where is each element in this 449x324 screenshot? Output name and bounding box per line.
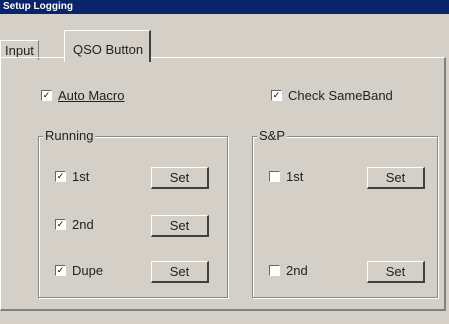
sp-2nd-set-button[interactable]: Set (367, 261, 425, 283)
check-sameband-label: Check SameBand (288, 88, 393, 103)
sp-group-title: S&P (257, 128, 288, 144)
running-dupe-label: Dupe (72, 263, 104, 278)
sp-1st-checkbox[interactable]: 1st (269, 169, 303, 184)
running-2nd-label: 2nd (72, 217, 94, 232)
auto-macro-checkbox[interactable]: ✓ Auto Macro (41, 88, 124, 103)
running-group-title: Running (43, 128, 96, 144)
auto-macro-label: Auto Macro (58, 88, 125, 103)
running-1st-check-icon[interactable]: ✓ (55, 171, 66, 183)
running-1st-checkbox[interactable]: ✓ 1st (55, 169, 89, 184)
sp-2nd-checkbox[interactable]: 2nd (269, 263, 308, 278)
running-dupe-check-icon[interactable]: ✓ (55, 265, 66, 277)
running-1st-label: 1st (72, 169, 90, 184)
running-dupe-checkbox[interactable]: ✓ Dupe (55, 263, 103, 278)
sp-1st-set-button[interactable]: Set (367, 167, 425, 189)
qso-button-panel: ✓ Auto Macro ✓ Check SameBand Running ✓ 1st… (0, 57, 446, 311)
running-dupe-set-button[interactable]: Set (151, 261, 209, 283)
running-2nd-check-icon[interactable]: ✓ (55, 219, 66, 231)
tab-strip: Input QSO Button (0, 14, 449, 62)
running-2nd-set-button[interactable]: Set (151, 215, 209, 237)
running-2nd-checkbox[interactable]: ✓ 2nd (55, 217, 94, 232)
auto-macro-check-icon[interactable]: ✓ (41, 90, 52, 102)
running-1st-set-button[interactable]: Set (151, 167, 209, 189)
running-group: Running ✓ 1st Set ✓ 2nd Set ✓ Dupe Set (38, 128, 228, 298)
sp-group: S&P 1st Set 2nd Set (252, 128, 438, 298)
tab-qso-button[interactable]: QSO Button (64, 30, 152, 62)
sp-1st-check-icon[interactable] (269, 171, 280, 183)
check-sameband-check-icon[interactable]: ✓ (271, 90, 282, 102)
sp-2nd-check-icon[interactable] (269, 265, 280, 277)
sp-1st-label: 1st (286, 169, 304, 184)
window-title: Setup Logging (0, 0, 449, 14)
sp-2nd-label: 2nd (286, 263, 308, 278)
check-sameband-checkbox[interactable]: ✓ Check SameBand (271, 88, 393, 103)
